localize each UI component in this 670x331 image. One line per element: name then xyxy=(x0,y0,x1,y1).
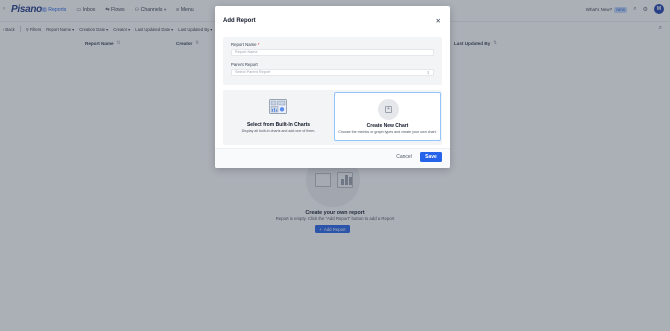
builtin-option-title: Select from Built-In Charts xyxy=(246,122,311,128)
builtin-option-description: Display all built-in charts and add one … xyxy=(241,129,316,133)
dashboard-icon xyxy=(269,99,287,114)
new-chart-option[interactable]: + Create New Chart Choose the metrics or… xyxy=(334,92,441,141)
new-option-description: Choose the metrics or graph types and cr… xyxy=(338,130,437,134)
required-marker: * xyxy=(257,42,260,47)
save-button[interactable]: Save xyxy=(420,152,442,162)
report-name-placeholder: Report Name xyxy=(235,50,258,54)
modal-title: Add Report xyxy=(223,18,256,24)
cancel-button[interactable]: Cancel xyxy=(394,152,414,162)
plus-square-icon: + xyxy=(385,106,392,113)
report-name-label-text: Report Name xyxy=(231,42,257,47)
report-form: Report Name * Report Name Parent Report … xyxy=(223,37,442,85)
chart-options: Select from Built-In Charts Display all … xyxy=(223,90,442,145)
parent-report-label: Parent Report xyxy=(231,62,258,67)
modal-footer xyxy=(215,148,450,168)
add-report-modal: Add Report ✕ Report Name * Report Name P… xyxy=(215,6,450,168)
add-chart-icon: + xyxy=(378,99,399,120)
builtin-charts-option[interactable]: Select from Built-In Charts Display all … xyxy=(225,92,332,141)
report-name-input[interactable]: Report Name xyxy=(231,49,434,56)
report-name-label: Report Name * xyxy=(231,42,259,47)
parent-report-placeholder: Select Parent Report xyxy=(235,70,271,74)
parent-report-select[interactable]: Select Parent Report ⇕ xyxy=(231,69,434,76)
chevron-updown-icon: ⇕ xyxy=(426,70,430,75)
new-option-title: Create New Chart xyxy=(366,123,409,129)
close-icon[interactable]: ✕ xyxy=(436,17,441,25)
